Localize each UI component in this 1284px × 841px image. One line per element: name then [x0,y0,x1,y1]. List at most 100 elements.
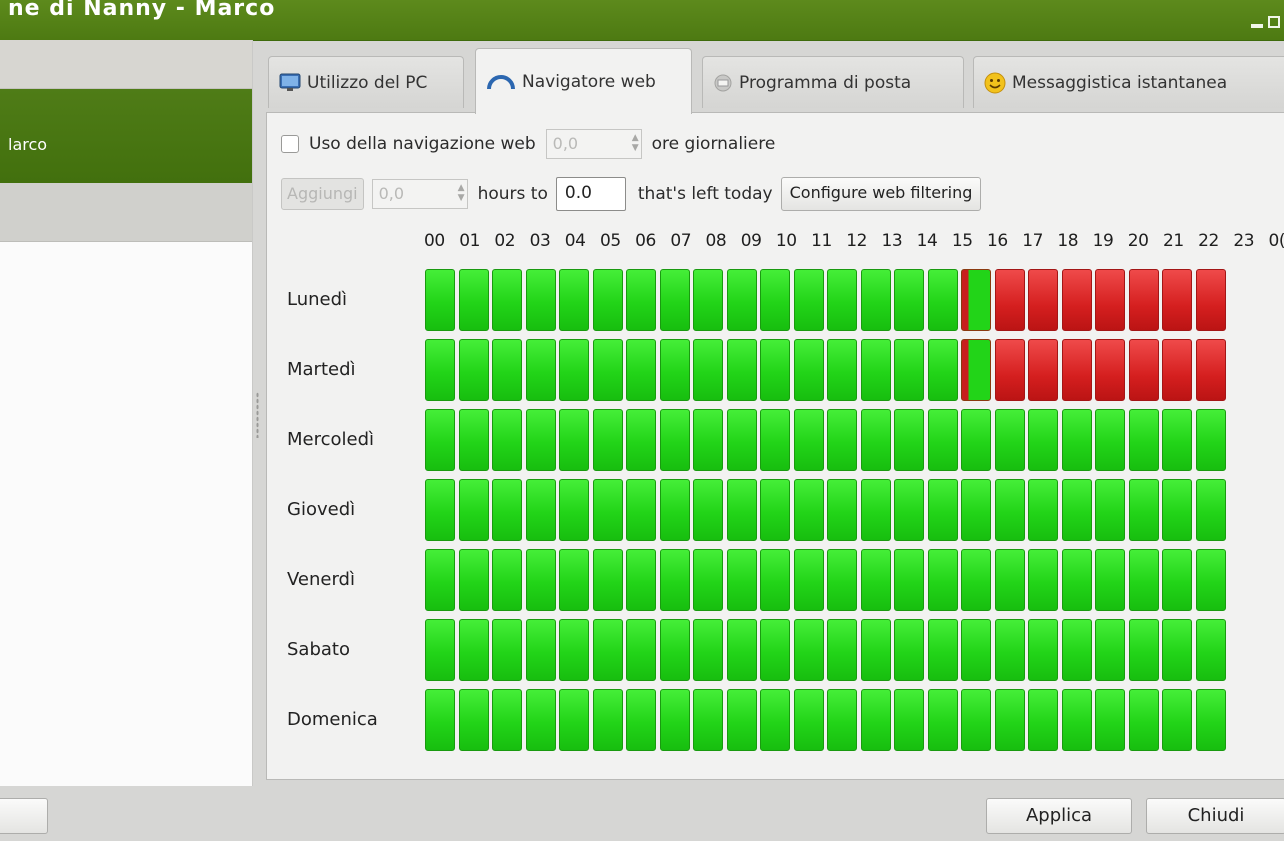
hour-cell[interactable] [961,549,991,611]
hour-cell[interactable] [793,549,824,611]
hour-cell[interactable] [760,479,790,541]
hour-cell[interactable] [1061,339,1092,401]
hour-cell[interactable] [760,549,790,611]
hour-cell[interactable] [894,689,924,751]
hour-cell[interactable] [1095,619,1125,681]
hour-cell[interactable] [1195,339,1226,401]
hour-cell[interactable] [458,549,489,611]
hour-cell[interactable] [1162,619,1192,681]
hour-cell[interactable] [525,689,556,751]
hour-cell[interactable] [927,619,958,681]
hour-cell[interactable] [860,689,891,751]
close-button[interactable]: Chiudi [1146,798,1284,834]
hour-cell[interactable] [726,549,757,611]
hour-cell[interactable] [894,269,924,331]
hour-cell[interactable] [1028,339,1058,401]
hour-cell[interactable] [793,269,824,331]
hour-cell[interactable] [961,339,991,401]
hour-cell[interactable] [927,269,958,331]
hour-cell[interactable] [994,479,1025,541]
hour-cell[interactable] [1195,549,1226,611]
hour-cell[interactable] [458,689,489,751]
hour-cell[interactable] [1095,479,1125,541]
hour-cell[interactable] [626,409,656,471]
hour-cell[interactable] [492,409,522,471]
hour-cell[interactable] [458,479,489,541]
hour-cell[interactable] [1162,339,1192,401]
hour-cell[interactable] [559,339,589,401]
pane-resize-handle[interactable] [256,392,259,438]
tab-navigatore-web[interactable]: Navigatore web [475,48,692,114]
hour-cell[interactable] [1095,549,1125,611]
hour-cell[interactable] [492,339,522,401]
help-button[interactable] [0,798,48,834]
hour-cell[interactable] [458,269,489,331]
hour-cell[interactable] [827,479,857,541]
hour-cell[interactable] [659,689,690,751]
hour-cell[interactable] [760,689,790,751]
hour-cell[interactable] [760,619,790,681]
sidebar-item-bottom[interactable] [0,183,252,242]
window-titlebar[interactable]: ne di Nanny - Marco [0,0,1284,41]
hour-cell[interactable] [1028,689,1058,751]
hour-cell[interactable] [492,619,522,681]
hour-cell[interactable] [827,689,857,751]
hour-cell[interactable] [726,619,757,681]
hour-cell[interactable] [1195,689,1226,751]
hour-cell[interactable] [994,619,1025,681]
hour-cell[interactable] [626,619,656,681]
hour-cell[interactable] [860,269,891,331]
hour-cell[interactable] [894,619,924,681]
hour-cell[interactable] [827,549,857,611]
hour-cell[interactable] [659,339,690,401]
hour-cell[interactable] [592,619,623,681]
limit-checkbox[interactable] [281,135,299,153]
hour-cell[interactable] [1128,269,1159,331]
hour-cell[interactable] [425,409,455,471]
hour-cell[interactable] [793,479,824,541]
hour-cell[interactable] [1195,479,1226,541]
hour-cell[interactable] [659,269,690,331]
hour-cell[interactable] [961,269,991,331]
hour-cell[interactable] [425,479,455,541]
hour-cell[interactable] [592,479,623,541]
hour-cell[interactable] [559,479,589,541]
hour-cell[interactable] [994,269,1025,331]
hour-cell[interactable] [659,409,690,471]
hour-cell[interactable] [559,269,589,331]
hour-cell[interactable] [693,339,723,401]
hour-cell[interactable] [693,549,723,611]
hour-cell[interactable] [1061,689,1092,751]
hour-cell[interactable] [525,269,556,331]
hour-cell[interactable] [592,339,623,401]
hour-cell[interactable] [726,339,757,401]
hour-cell[interactable] [1162,409,1192,471]
hour-cell[interactable] [626,269,656,331]
hour-cell[interactable] [1061,409,1092,471]
hour-cell[interactable] [1195,619,1226,681]
hour-cell[interactable] [559,619,589,681]
hour-cell[interactable] [860,339,891,401]
hour-cell[interactable] [961,479,991,541]
hour-cell[interactable] [1061,619,1092,681]
hour-cell[interactable] [559,549,589,611]
spin-arrows-icon[interactable]: ▲ ▼ [458,183,465,203]
hour-cell[interactable] [425,339,455,401]
hour-cell[interactable] [1028,479,1058,541]
hour-cell[interactable] [693,479,723,541]
spin-arrows-icon[interactable]: ▲ ▼ [632,133,639,153]
sidebar-item-top[interactable] [0,40,252,89]
hour-cell[interactable] [1128,549,1159,611]
hour-cell[interactable] [1128,619,1159,681]
hour-cell[interactable] [693,409,723,471]
add-hours-spinbox[interactable]: 0,0 ▲ ▼ [371,179,468,209]
hour-cell[interactable] [1162,689,1192,751]
hour-cell[interactable] [793,619,824,681]
hour-cell[interactable] [458,339,489,401]
hour-cell[interactable] [1095,339,1125,401]
hour-cell[interactable] [927,339,958,401]
hour-cell[interactable] [1195,409,1226,471]
hour-cell[interactable] [525,619,556,681]
hour-cell[interactable] [559,409,589,471]
hour-cell[interactable] [1028,549,1058,611]
